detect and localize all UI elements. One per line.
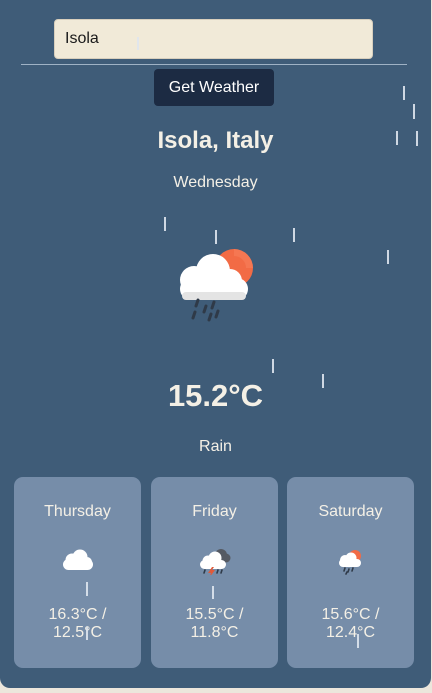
forecast-card-thursday: Thursday 16.3°C / 12.5°C bbox=[14, 477, 141, 668]
rain-drop bbox=[403, 86, 405, 100]
rain-drop bbox=[387, 250, 389, 264]
forecast-temperature: 16.3°C / 12.5°C bbox=[48, 606, 107, 641]
forecast-card-friday: Friday 15.5°C / 11.8°C bbox=[151, 477, 278, 668]
city-search-input[interactable] bbox=[54, 19, 373, 59]
divider bbox=[21, 64, 407, 65]
forecast-temperature: 15.5°C / 11.8°C bbox=[185, 606, 244, 641]
rain-cloud-sun-icon bbox=[339, 550, 361, 575]
forecast-card-saturday: Saturday 15.6°C / 12.4°C bbox=[287, 477, 414, 668]
rain-cloud-sun-icon bbox=[180, 249, 253, 322]
rain-drop bbox=[86, 627, 88, 640]
forecast-day: Saturday bbox=[318, 503, 383, 520]
rain-drop bbox=[86, 582, 88, 596]
rain-drop bbox=[212, 586, 214, 599]
rain-drop bbox=[272, 359, 274, 373]
current-condition: Rain bbox=[199, 438, 232, 455]
rain-drop bbox=[137, 37, 139, 50]
rain-drop bbox=[164, 217, 166, 231]
cloud-icon bbox=[63, 549, 93, 570]
rain-drop bbox=[413, 104, 415, 119]
rain-drop bbox=[215, 230, 217, 244]
rain-drop bbox=[396, 131, 398, 145]
location-title: Isola, Italy bbox=[157, 127, 274, 154]
rain-drop bbox=[293, 228, 295, 242]
current-day: Wednesday bbox=[173, 174, 258, 191]
get-weather-button[interactable]: Get Weather bbox=[154, 69, 274, 106]
weather-card: Get Weather Isola, Italy Wednesday 15.2°… bbox=[0, 0, 431, 688]
current-temperature: 15.2°C bbox=[167, 378, 264, 413]
rain-drop bbox=[357, 634, 359, 648]
forecast-temperature: 15.6°C / 12.4°C bbox=[321, 606, 380, 641]
thunderstorm-icon bbox=[200, 549, 231, 575]
forecast-day: Friday bbox=[192, 503, 237, 520]
rain-drop bbox=[416, 131, 418, 146]
rain-drop bbox=[322, 374, 324, 388]
forecast-day: Thursday bbox=[44, 503, 111, 520]
